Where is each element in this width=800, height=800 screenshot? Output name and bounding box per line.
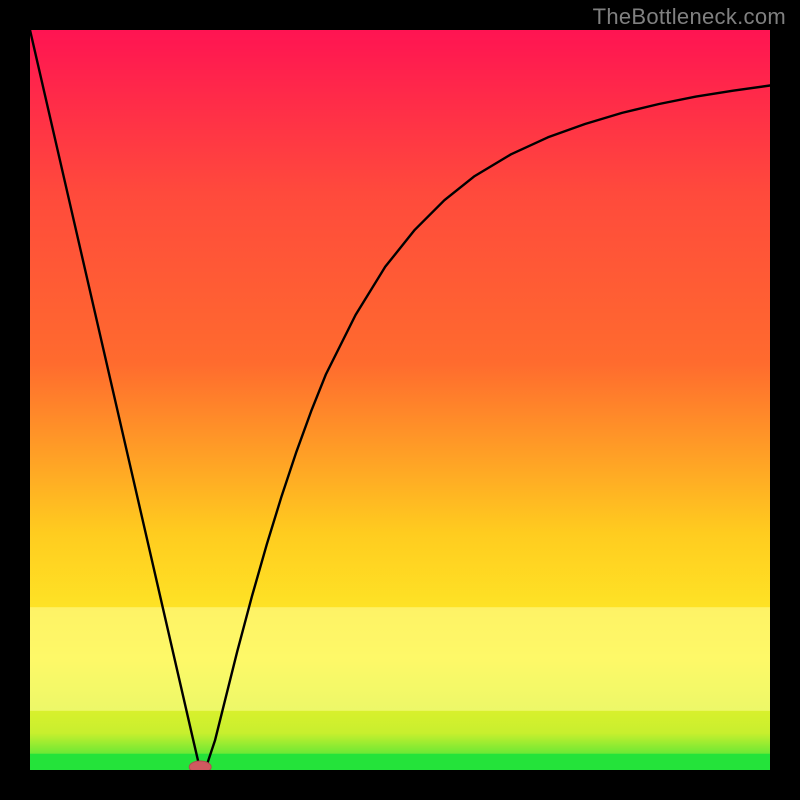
watermark-text: TheBottleneck.com [593, 4, 786, 30]
plot-area [30, 30, 770, 770]
green-strip [30, 754, 770, 770]
yellow-band [30, 607, 770, 711]
chart-container: TheBottleneck.com [0, 0, 800, 800]
chart-svg [30, 30, 770, 770]
minimum-marker [189, 761, 211, 770]
